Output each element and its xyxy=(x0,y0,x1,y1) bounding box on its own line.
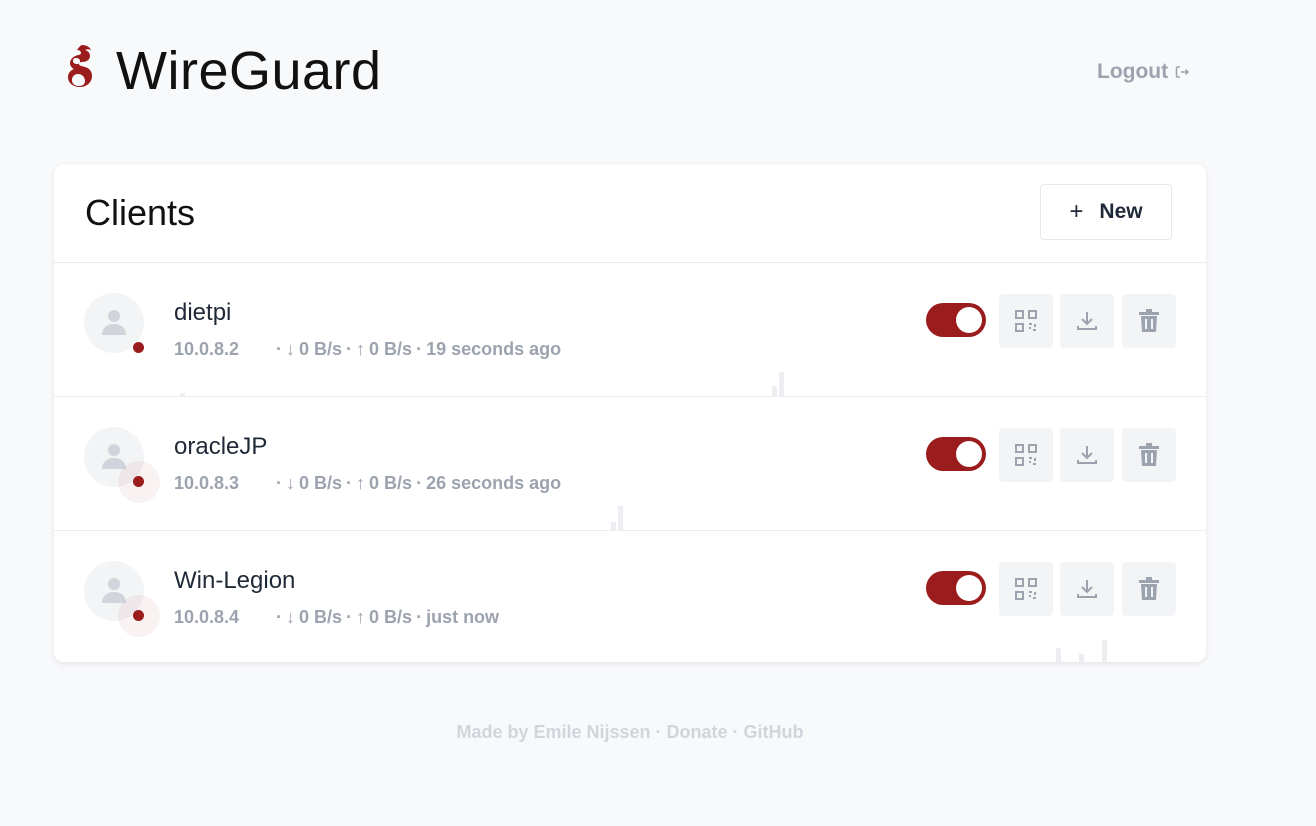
arrow-down-icon: ↓ xyxy=(286,473,295,493)
client-row: oracleJP 10.0.8.3 · ↓ 0 B/s · ↑ 0 B/s · … xyxy=(54,397,1206,531)
separator: · xyxy=(276,473,282,493)
download-icon xyxy=(1077,580,1097,598)
separator: · xyxy=(416,607,423,627)
client-enable-toggle[interactable] xyxy=(926,571,986,605)
client-last-seen: 26 seconds ago xyxy=(426,473,562,493)
client-row: dietpi 10.0.8.2 · ↓ 0 B/s · ↑ 0 B/s · 19… xyxy=(54,263,1206,397)
footer-separator: · xyxy=(727,722,744,742)
footer-separator: · xyxy=(650,722,667,742)
download-icon xyxy=(1077,312,1097,330)
wireguard-logo-icon xyxy=(68,45,92,87)
client-name: dietpi xyxy=(174,299,232,326)
app-title: WireGuard xyxy=(116,41,382,101)
status-dot xyxy=(133,342,144,353)
client-last-seen: just now xyxy=(426,607,500,627)
arrow-down-icon: ↓ xyxy=(286,339,295,359)
donate-link[interactable]: Donate xyxy=(667,722,728,742)
client-name: Win-Legion xyxy=(174,567,296,594)
client-ip: 10.0.8.2 xyxy=(174,339,240,359)
logout-button[interactable]: Logout xyxy=(1097,60,1190,84)
separator: · xyxy=(276,339,282,359)
delete-client-button[interactable] xyxy=(1122,428,1176,482)
arrow-up-icon: ↑ xyxy=(356,339,366,359)
client-ip: 10.0.8.3 xyxy=(174,473,240,493)
arrow-up-icon: ↑ xyxy=(356,473,366,493)
client-download-rate: 0 B/s xyxy=(299,339,343,359)
client-upload-rate: 0 B/s xyxy=(369,473,413,493)
user-icon xyxy=(102,578,126,603)
status-dot xyxy=(133,610,144,621)
client-row: Win-Legion 10.0.8.4 · ↓ 0 B/s · ↑ 0 B/s … xyxy=(54,531,1206,662)
delete-client-button[interactable] xyxy=(1122,562,1176,616)
show-qr-button[interactable] xyxy=(999,428,1053,482)
author-link[interactable]: Made by Emile Nijssen xyxy=(456,722,650,742)
app-header: WireGuard xyxy=(62,40,382,102)
user-icon xyxy=(102,310,126,335)
plus-icon: + xyxy=(1069,198,1084,225)
sparkline-bar xyxy=(618,506,623,530)
github-link[interactable]: GitHub xyxy=(744,722,804,742)
trash-icon xyxy=(1139,443,1159,466)
client-meta: 10.0.8.2 · ↓ 0 B/s · ↑ 0 B/s · 19 second… xyxy=(174,339,561,360)
logout-icon xyxy=(1175,66,1190,78)
download-config-button[interactable] xyxy=(1060,294,1114,348)
client-upload-rate: 0 B/s xyxy=(369,607,413,627)
trash-icon xyxy=(1139,577,1159,600)
client-enable-toggle[interactable] xyxy=(926,303,986,337)
clients-card-header: Clients + New xyxy=(54,164,1206,263)
sparkline-bar xyxy=(1079,654,1084,662)
download-icon xyxy=(1077,446,1097,464)
qr-code-icon xyxy=(1015,310,1037,332)
trash-icon xyxy=(1139,309,1159,332)
delete-client-button[interactable] xyxy=(1122,294,1176,348)
new-client-label: New xyxy=(1099,200,1143,223)
show-qr-button[interactable] xyxy=(999,562,1053,616)
arrow-up-icon: ↑ xyxy=(356,607,366,627)
toggle-knob xyxy=(956,307,982,333)
client-ip: 10.0.8.4 xyxy=(174,607,240,627)
sparkline-bar xyxy=(1102,640,1107,662)
logout-label: Logout xyxy=(1097,60,1169,83)
footer: Made by Emile Nijssen · Donate · GitHub xyxy=(0,722,1260,743)
client-meta: 10.0.8.4 · ↓ 0 B/s · ↑ 0 B/s · just now xyxy=(174,607,499,628)
toggle-knob xyxy=(956,441,982,467)
arrow-down-icon: ↓ xyxy=(286,607,295,627)
new-client-button[interactable]: + New xyxy=(1040,184,1172,240)
status-dot xyxy=(133,476,144,487)
separator: · xyxy=(346,473,353,493)
client-name: oracleJP xyxy=(174,433,268,460)
qr-code-icon xyxy=(1015,444,1037,466)
client-enable-toggle[interactable] xyxy=(926,437,986,471)
separator: · xyxy=(416,473,423,493)
user-icon xyxy=(102,444,126,469)
show-qr-button[interactable] xyxy=(999,294,1053,348)
client-download-rate: 0 B/s xyxy=(299,607,343,627)
clients-title: Clients xyxy=(85,192,196,233)
download-config-button[interactable] xyxy=(1060,562,1114,616)
sparkline-bar xyxy=(180,393,185,396)
download-config-button[interactable] xyxy=(1060,428,1114,482)
sparkline-bar xyxy=(779,372,784,396)
client-meta: 10.0.8.3 · ↓ 0 B/s · ↑ 0 B/s · 26 second… xyxy=(174,473,561,494)
client-download-rate: 0 B/s xyxy=(299,473,343,493)
qr-code-icon xyxy=(1015,578,1037,600)
toggle-knob xyxy=(956,575,982,601)
clients-card: Clients + New dietpi 10.0.8.2 · ↓ 0 B/s … xyxy=(54,164,1206,662)
sparkline-bar xyxy=(1056,648,1061,662)
client-upload-rate: 0 B/s xyxy=(369,339,413,359)
separator: · xyxy=(346,607,353,627)
separator: · xyxy=(416,339,423,359)
separator: · xyxy=(346,339,353,359)
separator: · xyxy=(276,607,282,627)
sparkline-bar xyxy=(611,522,616,530)
page: WireGuard Logout Clients + New dietpi 10… xyxy=(0,0,1316,826)
client-last-seen: 19 seconds ago xyxy=(426,339,562,359)
sparkline-bar xyxy=(772,386,777,396)
